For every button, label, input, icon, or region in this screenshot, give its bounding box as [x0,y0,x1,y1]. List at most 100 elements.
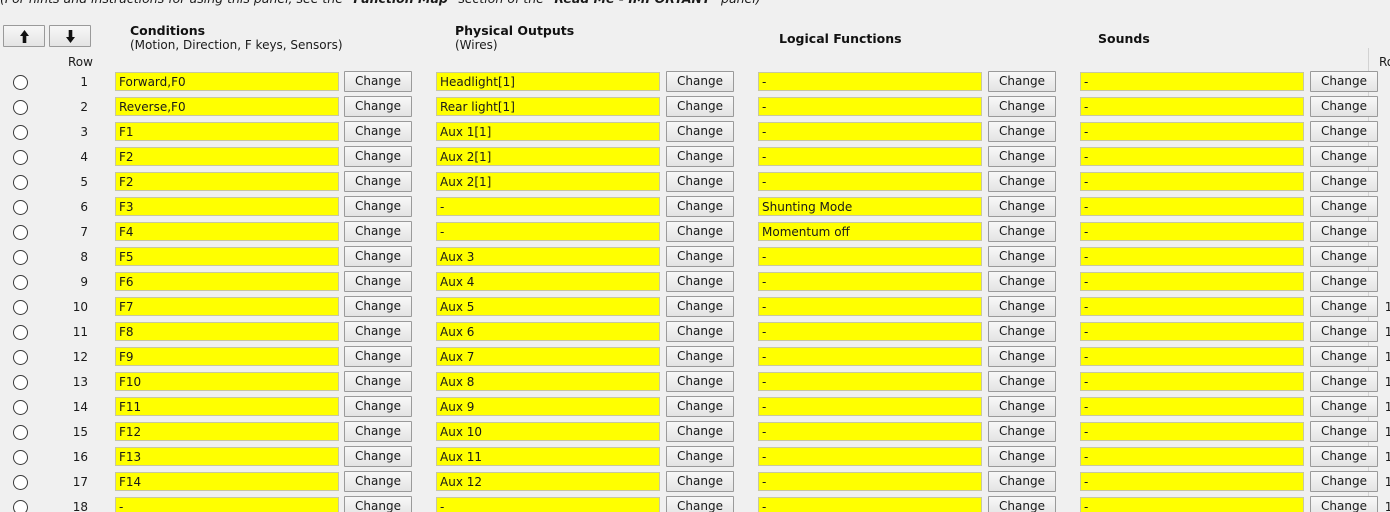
change-sound-button[interactable]: Change [1310,421,1378,442]
change-condition-button[interactable]: Change [344,296,412,317]
physical-output-field[interactable]: Aux 2[1] [436,147,660,166]
physical-output-field[interactable]: - [436,222,660,241]
sound-field[interactable]: - [1080,122,1304,141]
row-select-radio[interactable] [13,175,28,190]
change-logical-function-button[interactable]: Change [988,121,1056,142]
row-select-radio[interactable] [13,475,28,490]
change-sound-button[interactable]: Change [1310,196,1378,217]
logical-function-field[interactable]: - [758,72,982,91]
row-select-radio[interactable] [13,350,28,365]
logical-function-field[interactable]: - [758,172,982,191]
change-logical-function-button[interactable]: Change [988,146,1056,167]
change-sound-button[interactable]: Change [1310,171,1378,192]
change-sound-button[interactable]: Change [1310,221,1378,242]
row-select-radio[interactable] [13,75,28,90]
change-physical-output-button[interactable]: Change [666,296,734,317]
change-logical-function-button[interactable]: Change [988,196,1056,217]
sound-field[interactable]: - [1080,272,1304,291]
logical-function-field[interactable]: - [758,272,982,291]
condition-field[interactable]: F7 [115,297,339,316]
physical-output-field[interactable]: Aux 10 [436,422,660,441]
change-physical-output-button[interactable]: Change [666,446,734,467]
change-condition-button[interactable]: Change [344,121,412,142]
change-logical-function-button[interactable]: Change [988,496,1056,512]
change-physical-output-button[interactable]: Change [666,196,734,217]
logical-function-field[interactable]: Shunting Mode [758,197,982,216]
row-select-radio[interactable] [13,150,28,165]
sound-field[interactable]: - [1080,147,1304,166]
change-sound-button[interactable]: Change [1310,121,1378,142]
row-select-radio[interactable] [13,300,28,315]
sound-field[interactable]: - [1080,397,1304,416]
sound-field[interactable]: - [1080,97,1304,116]
change-sound-button[interactable]: Change [1310,496,1378,512]
change-condition-button[interactable]: Change [344,171,412,192]
change-physical-output-button[interactable]: Change [666,271,734,292]
logical-function-field[interactable]: - [758,322,982,341]
physical-output-field[interactable]: Aux 12 [436,472,660,491]
row-select-radio[interactable] [13,325,28,340]
change-sound-button[interactable]: Change [1310,246,1378,267]
change-physical-output-button[interactable]: Change [666,121,734,142]
change-logical-function-button[interactable]: Change [988,246,1056,267]
move-row-up-button[interactable] [3,25,45,47]
change-condition-button[interactable]: Change [344,271,412,292]
sound-field[interactable]: - [1080,297,1304,316]
change-logical-function-button[interactable]: Change [988,221,1056,242]
logical-function-field[interactable]: Momentum off [758,222,982,241]
change-condition-button[interactable]: Change [344,71,412,92]
condition-field[interactable]: F8 [115,322,339,341]
change-physical-output-button[interactable]: Change [666,471,734,492]
change-physical-output-button[interactable]: Change [666,421,734,442]
physical-output-field[interactable]: Aux 7 [436,347,660,366]
change-condition-button[interactable]: Change [344,446,412,467]
change-physical-output-button[interactable]: Change [666,221,734,242]
change-condition-button[interactable]: Change [344,371,412,392]
change-condition-button[interactable]: Change [344,346,412,367]
change-logical-function-button[interactable]: Change [988,96,1056,117]
condition-field[interactable]: Forward,F0 [115,72,339,91]
change-sound-button[interactable]: Change [1310,271,1378,292]
change-logical-function-button[interactable]: Change [988,471,1056,492]
physical-output-field[interactable]: Aux 4 [436,272,660,291]
change-logical-function-button[interactable]: Change [988,371,1056,392]
logical-function-field[interactable]: - [758,372,982,391]
logical-function-field[interactable]: - [758,347,982,366]
logical-function-field[interactable]: - [758,97,982,116]
change-condition-button[interactable]: Change [344,246,412,267]
physical-output-field[interactable]: Aux 11 [436,447,660,466]
sound-field[interactable]: - [1080,447,1304,466]
physical-output-field[interactable]: Headlight[1] [436,72,660,91]
change-sound-button[interactable]: Change [1310,471,1378,492]
row-select-radio[interactable] [13,500,28,512]
sound-field[interactable]: - [1080,422,1304,441]
logical-function-field[interactable]: - [758,122,982,141]
change-physical-output-button[interactable]: Change [666,171,734,192]
physical-output-field[interactable]: - [436,497,660,512]
change-logical-function-button[interactable]: Change [988,296,1056,317]
change-sound-button[interactable]: Change [1310,446,1378,467]
change-condition-button[interactable]: Change [344,496,412,512]
condition-field[interactable]: F11 [115,397,339,416]
change-sound-button[interactable]: Change [1310,396,1378,417]
physical-output-field[interactable]: Aux 5 [436,297,660,316]
condition-field[interactable]: F6 [115,272,339,291]
logical-function-field[interactable]: - [758,397,982,416]
change-logical-function-button[interactable]: Change [988,396,1056,417]
row-select-radio[interactable] [13,400,28,415]
row-select-radio[interactable] [13,250,28,265]
row-select-radio[interactable] [13,200,28,215]
condition-field[interactable]: F3 [115,197,339,216]
change-logical-function-button[interactable]: Change [988,321,1056,342]
change-logical-function-button[interactable]: Change [988,346,1056,367]
change-physical-output-button[interactable]: Change [666,96,734,117]
change-sound-button[interactable]: Change [1310,296,1378,317]
change-condition-button[interactable]: Change [344,321,412,342]
row-select-radio[interactable] [13,450,28,465]
change-condition-button[interactable]: Change [344,421,412,442]
logical-function-field[interactable]: - [758,447,982,466]
condition-field[interactable]: F2 [115,147,339,166]
row-select-radio[interactable] [13,225,28,240]
change-condition-button[interactable]: Change [344,471,412,492]
condition-field[interactable]: F1 [115,122,339,141]
